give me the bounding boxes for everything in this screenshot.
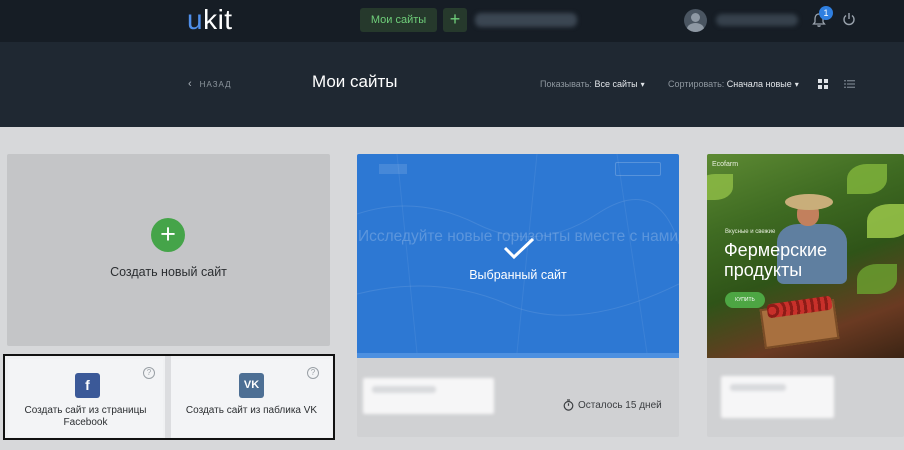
trial-timer: Осталось 15 дней: [563, 399, 662, 411]
back-label: НАЗАД: [199, 79, 232, 89]
site-name-blurred[interactable]: [363, 378, 494, 414]
site-preview-farm[interactable]: Ecofarm Вкусные и свежие Фермерские прод…: [707, 154, 904, 358]
logo-letter-u: u: [187, 4, 204, 35]
leaf-decoration: [847, 164, 887, 194]
site-card-farm[interactable]: Ecofarm Вкусные и свежие Фермерские прод…: [707, 154, 904, 437]
chevron-down-icon: ▾: [640, 80, 645, 89]
filter-dropdown[interactable]: Показывать: Все сайты ▾: [540, 79, 645, 89]
facebook-icon: f: [75, 373, 100, 398]
power-icon[interactable]: [842, 12, 856, 26]
current-site-name-blurred[interactable]: [475, 13, 577, 27]
farmer-hat: [785, 194, 833, 210]
create-from-vk-button[interactable]: VK ? Создать сайт из паблика VK: [171, 359, 332, 437]
create-from-facebook-button[interactable]: f ? Создать сайт из страницы Facebook: [8, 359, 163, 437]
leaf-decoration: [707, 174, 733, 200]
avatar[interactable]: [684, 9, 707, 32]
grid-view-icon[interactable]: [818, 79, 828, 89]
sort-value: Сначала новые: [726, 79, 792, 89]
filter-label: Показывать:: [540, 79, 592, 89]
selected-site-label: Выбранный сайт: [469, 268, 567, 282]
time-left-text: Осталось 15 дней: [578, 399, 662, 411]
notification-badge: 1: [819, 6, 833, 20]
chevron-down-icon: ▾: [794, 80, 799, 89]
user-name-blurred[interactable]: [716, 14, 798, 26]
check-icon: [503, 237, 535, 260]
farm-brand: Ecofarm: [712, 161, 739, 168]
my-sites-button[interactable]: Мои сайты: [360, 8, 437, 32]
list-view-icon[interactable]: [844, 79, 855, 89]
help-icon[interactable]: ?: [307, 367, 319, 379]
back-link[interactable]: ‹ НАЗАД: [188, 78, 232, 90]
top-bar: ukit Мои сайты + 1: [0, 0, 904, 42]
add-site-button[interactable]: +: [443, 8, 467, 32]
selected-indicator: [357, 353, 679, 358]
sort-label: Сортировать:: [668, 79, 725, 89]
site-preview[interactable]: Исследуйте новые горизонты вместе с нами…: [357, 154, 679, 353]
ukit-logo[interactable]: ukit: [187, 4, 233, 36]
plus-icon: +: [449, 9, 461, 29]
chevron-left-icon: ‹: [188, 78, 193, 90]
stopwatch-icon: [563, 399, 574, 411]
create-site-card[interactable]: + Создать новый сайт: [7, 154, 330, 346]
facebook-label: Создать сайт из страницы Facebook: [24, 405, 147, 428]
plus-icon: +: [151, 218, 185, 252]
page-header: ‹ НАЗАД Мои сайты Показывать: Все сайты ▾…: [0, 42, 904, 127]
preview-ghost-button: [615, 162, 661, 176]
leaf-decoration: [867, 204, 904, 238]
farm-title: Фермерские продукты: [724, 240, 828, 280]
sort-dropdown[interactable]: Сортировать: Сначала новые ▾: [668, 79, 799, 89]
vk-icon: VK: [239, 373, 264, 398]
logo-letters: kit: [203, 4, 233, 35]
farm-tagline: Вкусные и свежие: [725, 229, 776, 235]
farm-buy-button: КУПИТЬ: [725, 292, 765, 308]
site-name-blurred[interactable]: [721, 376, 834, 418]
filter-value: Все сайты: [594, 79, 638, 89]
page-title: Мои сайты: [312, 72, 398, 91]
selected-site-card[interactable]: Исследуйте новые горизонты вместе с нами…: [357, 154, 679, 437]
create-site-label: Создать новый сайт: [110, 265, 227, 279]
vk-label: Создать сайт из паблика VK: [185, 405, 318, 416]
help-icon[interactable]: ?: [143, 367, 155, 379]
import-options: f ? Создать сайт из страницы Facebook VK…: [3, 354, 335, 440]
